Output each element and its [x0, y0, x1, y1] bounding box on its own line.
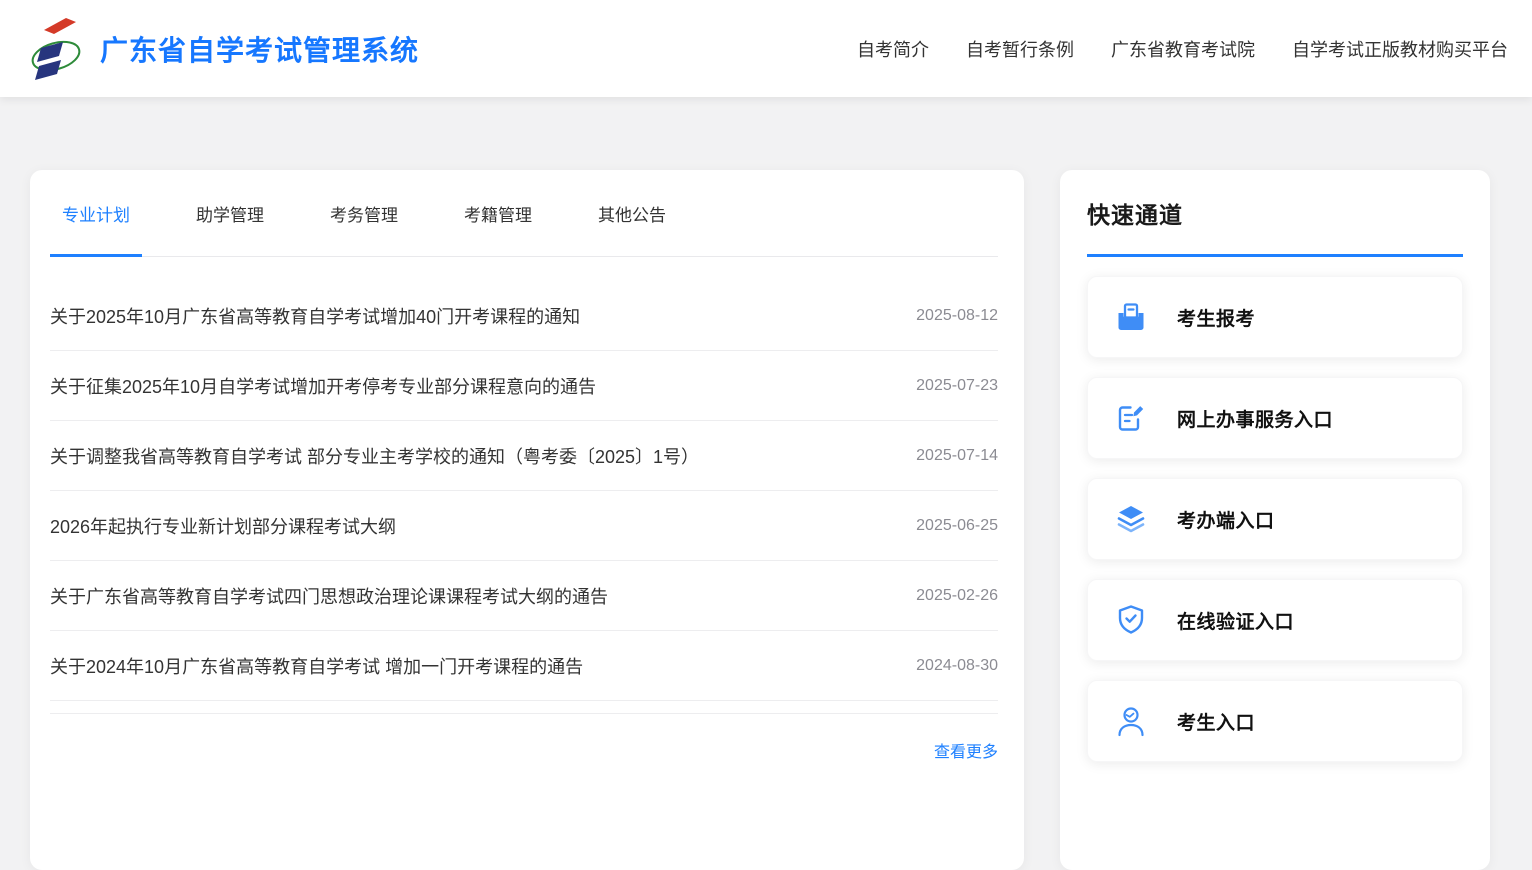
notice-title: 关于征集2025年10月自学考试增加开考停考专业部分课程意向的通告 [50, 373, 596, 399]
tab-exam-affairs[interactable]: 考务管理 [318, 170, 410, 256]
notice-title: 关于2025年10月广东省高等教育自学考试增加40门开考课程的通知 [50, 303, 580, 329]
notice-title: 关于调整我省高等教育自学考试 部分专业主考学校的通知（粤考委〔2025〕1号） [50, 443, 699, 469]
notice-row[interactable]: 2026年起执行专业新计划部分课程考试大纲 2025-06-25 [50, 491, 998, 561]
tab-label: 助学管理 [196, 201, 264, 226]
quick-access-title: 快速通道 [1087, 196, 1463, 230]
tab-label: 考籍管理 [464, 201, 532, 226]
quick-item-label: 考生报考 [1177, 304, 1255, 331]
main-area: 专业计划 助学管理 考务管理 考籍管理 其他公告 关于2025年10月广东省高等… [0, 97, 1532, 802]
tab-major-plan[interactable]: 专业计划 [50, 170, 142, 256]
notice-date: 2024-08-30 [916, 657, 998, 675]
notice-row[interactable]: 关于2024年10月广东省高等教育自学考试 增加一门开考课程的通告 2024-0… [50, 631, 998, 701]
quick-item-candidate-entrance[interactable]: 考生入口 [1087, 680, 1463, 762]
quick-item-candidate-registration[interactable]: 考生报考 [1087, 276, 1463, 358]
notice-row[interactable]: 关于广东省高等教育自学考试四门思想政治理论课课程考试大纲的通告 2025-02-… [50, 561, 998, 631]
site-header: 广东省自学考试管理系统 自考简介 自考暂行条例 广东省教育考试院 自学考试正版教… [0, 0, 1532, 97]
tab-label: 考务管理 [330, 201, 398, 226]
nav-link-textbook-platform[interactable]: 自学考试正版教材购买平台 [1292, 36, 1508, 62]
layers-icon [1115, 503, 1147, 535]
view-more-link[interactable]: 查看更多 [934, 738, 998, 762]
notice-title: 关于2024年10月广东省高等教育自学考试 增加一门开考课程的通告 [50, 653, 583, 679]
quick-access-title-underline [1087, 254, 1463, 257]
site-logo-icon [30, 16, 82, 82]
nav-link-provisional-regulations[interactable]: 自考暂行条例 [966, 36, 1074, 62]
view-more-row: 查看更多 [50, 714, 998, 762]
notice-tabs: 专业计划 助学管理 考务管理 考籍管理 其他公告 [50, 170, 998, 257]
quick-access-panel: 快速通道 考生报考 网上办事服务入口 [1060, 170, 1490, 870]
quick-item-label: 在线验证入口 [1177, 607, 1294, 634]
notice-date: 2025-06-25 [916, 517, 998, 535]
quick-item-label: 考办端入口 [1177, 506, 1275, 533]
tab-label: 专业计划 [62, 201, 130, 226]
tab-exam-registry[interactable]: 考籍管理 [452, 170, 544, 256]
notice-row[interactable]: 关于2025年10月广东省高等教育自学考试增加40门开考课程的通知 2025-0… [50, 281, 998, 351]
clipboard-edit-icon [1115, 402, 1147, 434]
notice-date: 2025-07-23 [916, 377, 998, 395]
inbox-icon [1115, 301, 1147, 333]
list-end-divider [50, 701, 998, 714]
notice-panel: 专业计划 助学管理 考务管理 考籍管理 其他公告 关于2025年10月广东省高等… [30, 170, 1024, 870]
quick-item-label: 网上办事服务入口 [1177, 405, 1333, 432]
user-icon [1115, 705, 1147, 737]
brand: 广东省自学考试管理系统 [30, 16, 419, 82]
nav-link-zikao-intro[interactable]: 自考简介 [857, 36, 929, 62]
quick-item-online-verification-entrance[interactable]: 在线验证入口 [1087, 579, 1463, 661]
shield-check-icon [1115, 604, 1147, 636]
nav-link-gd-education-exam-institute[interactable]: 广东省教育考试院 [1111, 36, 1255, 62]
notice-date: 2025-08-12 [916, 307, 998, 325]
notice-date: 2025-02-26 [916, 587, 998, 605]
notice-title: 2026年起执行专业新计划部分课程考试大纲 [50, 513, 396, 539]
quick-item-online-service-entrance[interactable]: 网上办事服务入口 [1087, 377, 1463, 459]
notice-list: 关于2025年10月广东省高等教育自学考试增加40门开考课程的通知 2025-0… [50, 257, 998, 701]
notice-row[interactable]: 关于征集2025年10月自学考试增加开考停考专业部分课程意向的通告 2025-0… [50, 351, 998, 421]
top-nav: 自考简介 自考暂行条例 广东省教育考试院 自学考试正版教材购买平台 [857, 36, 1508, 62]
tab-study-support[interactable]: 助学管理 [184, 170, 276, 256]
quick-item-exam-office-entrance[interactable]: 考办端入口 [1087, 478, 1463, 560]
tab-other-announcements[interactable]: 其他公告 [586, 170, 678, 256]
notice-date: 2025-07-14 [916, 447, 998, 465]
site-title: 广东省自学考试管理系统 [100, 29, 419, 69]
notice-row[interactable]: 关于调整我省高等教育自学考试 部分专业主考学校的通知（粤考委〔2025〕1号） … [50, 421, 998, 491]
quick-item-label: 考生入口 [1177, 708, 1255, 735]
tab-label: 其他公告 [598, 201, 666, 226]
notice-title: 关于广东省高等教育自学考试四门思想政治理论课课程考试大纲的通告 [50, 583, 608, 609]
